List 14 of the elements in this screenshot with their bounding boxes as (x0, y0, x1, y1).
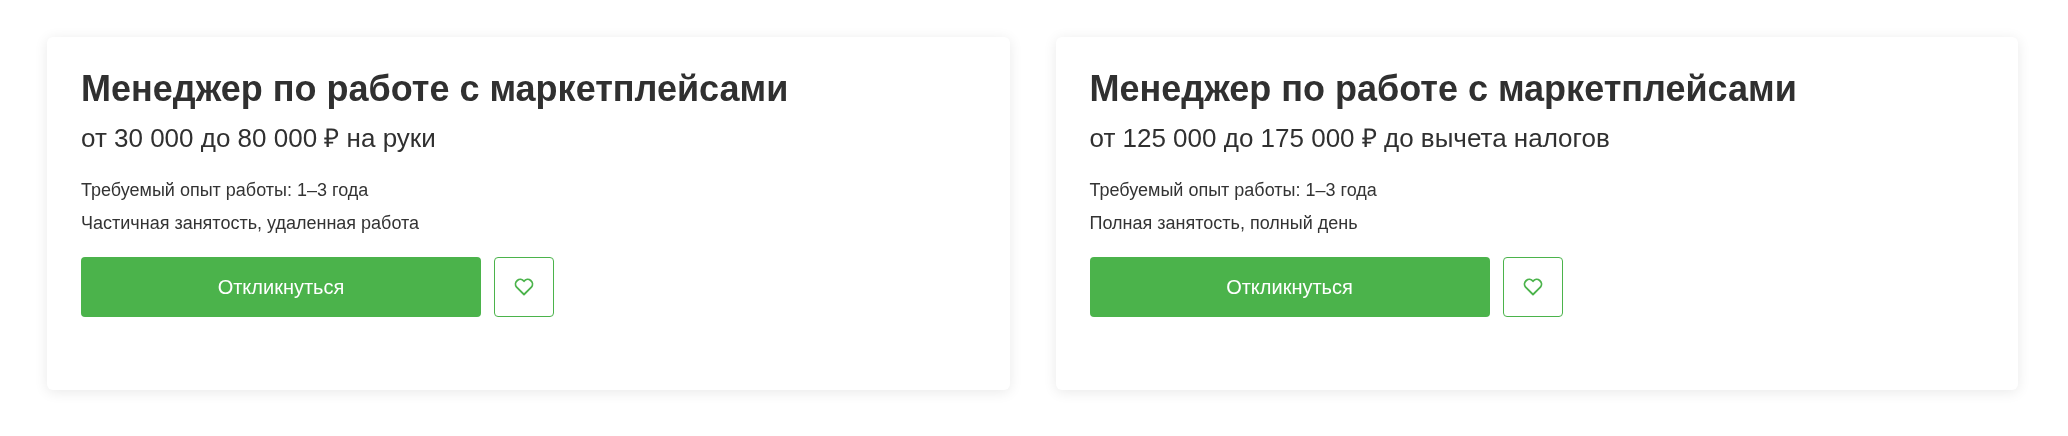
vacancy-title: Менеджер по работе с маркетплейсами (1089, 67, 1798, 111)
employment-text: Полная занятость, полный день (1089, 212, 1359, 235)
employment-text: Частичная занятость, удаленная работа (81, 212, 421, 235)
heart-icon (1522, 278, 1543, 296)
apply-button[interactable]: Откликнуться (81, 257, 481, 317)
favorite-button[interactable] (494, 257, 554, 317)
heart-icon (514, 278, 534, 296)
salary-text: от 125 000 до 175 000 ₽ до вычета налогов (1089, 122, 1611, 156)
experience-text: Требуемый опыт работы: 1–3 года (81, 179, 370, 202)
apply-button[interactable]: Откликнуться (1089, 257, 1490, 317)
salary-text: от 30 000 до 80 000 ₽ на руки (81, 122, 437, 156)
vacancy-title: Менеджер по работе с маркетплейсами (81, 67, 790, 111)
favorite-button[interactable] (1502, 257, 1563, 317)
experience-text: Требуемый опыт работы: 1–3 года (1089, 179, 1378, 202)
